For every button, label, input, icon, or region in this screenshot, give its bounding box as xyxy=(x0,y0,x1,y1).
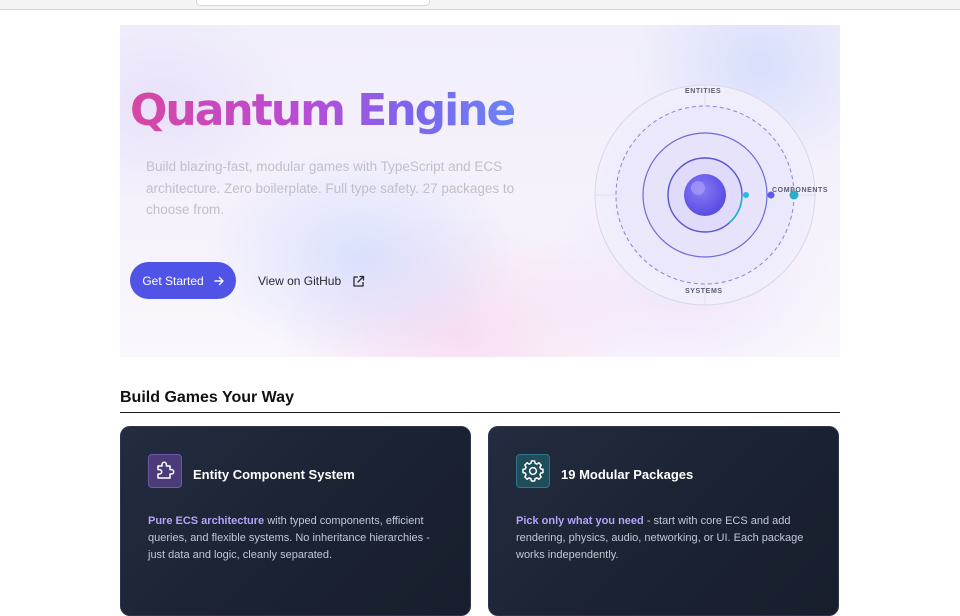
card-highlight: Pure ECS architecture xyxy=(148,515,265,527)
gear-icon xyxy=(516,454,550,488)
view-on-github-label: View on GitHub xyxy=(258,274,342,288)
get-started-button[interactable]: Get Started xyxy=(130,262,236,299)
puzzle-icon xyxy=(148,454,182,488)
card-title: Entity Component System xyxy=(193,467,355,482)
diagram-label-components: COMPONENTS xyxy=(772,187,829,194)
hero-section: Quantum Engine Build blazing-fast, modul… xyxy=(120,25,840,357)
external-link-icon xyxy=(352,275,365,288)
diagram-label-systems: SYSTEMS xyxy=(685,288,723,295)
view-on-github-link[interactable]: View on GitHub xyxy=(258,272,365,290)
browser-top-bar xyxy=(0,0,960,10)
ecs-orbit-diagram: ENTITIES COMPONENTS SYSTEMS xyxy=(592,82,828,308)
feature-card-ecs: Entity Component System Pure ECS archite… xyxy=(120,426,471,616)
card-description: Pure ECS architecture with typed compone… xyxy=(148,513,444,564)
section-title: Build Games Your Way xyxy=(120,389,294,406)
card-title: 19 Modular Packages xyxy=(561,467,694,482)
feature-card-packages: 19 Modular Packages Pick only what you n… xyxy=(488,426,839,616)
card-highlight: Pick only what you need xyxy=(516,515,644,527)
section-divider xyxy=(120,412,840,413)
get-started-label: Get Started xyxy=(142,273,204,288)
address-bar[interactable] xyxy=(196,0,430,6)
hero-description: Build blazing-fast, modular games with T… xyxy=(146,159,515,217)
card-description: Pick only what you need - start with cor… xyxy=(516,513,812,564)
orbit-rings xyxy=(594,84,816,306)
hero-title: Quantum Engine xyxy=(130,83,516,139)
diagram-label-entities: ENTITIES xyxy=(685,88,722,95)
arrow-right-icon xyxy=(213,276,224,286)
